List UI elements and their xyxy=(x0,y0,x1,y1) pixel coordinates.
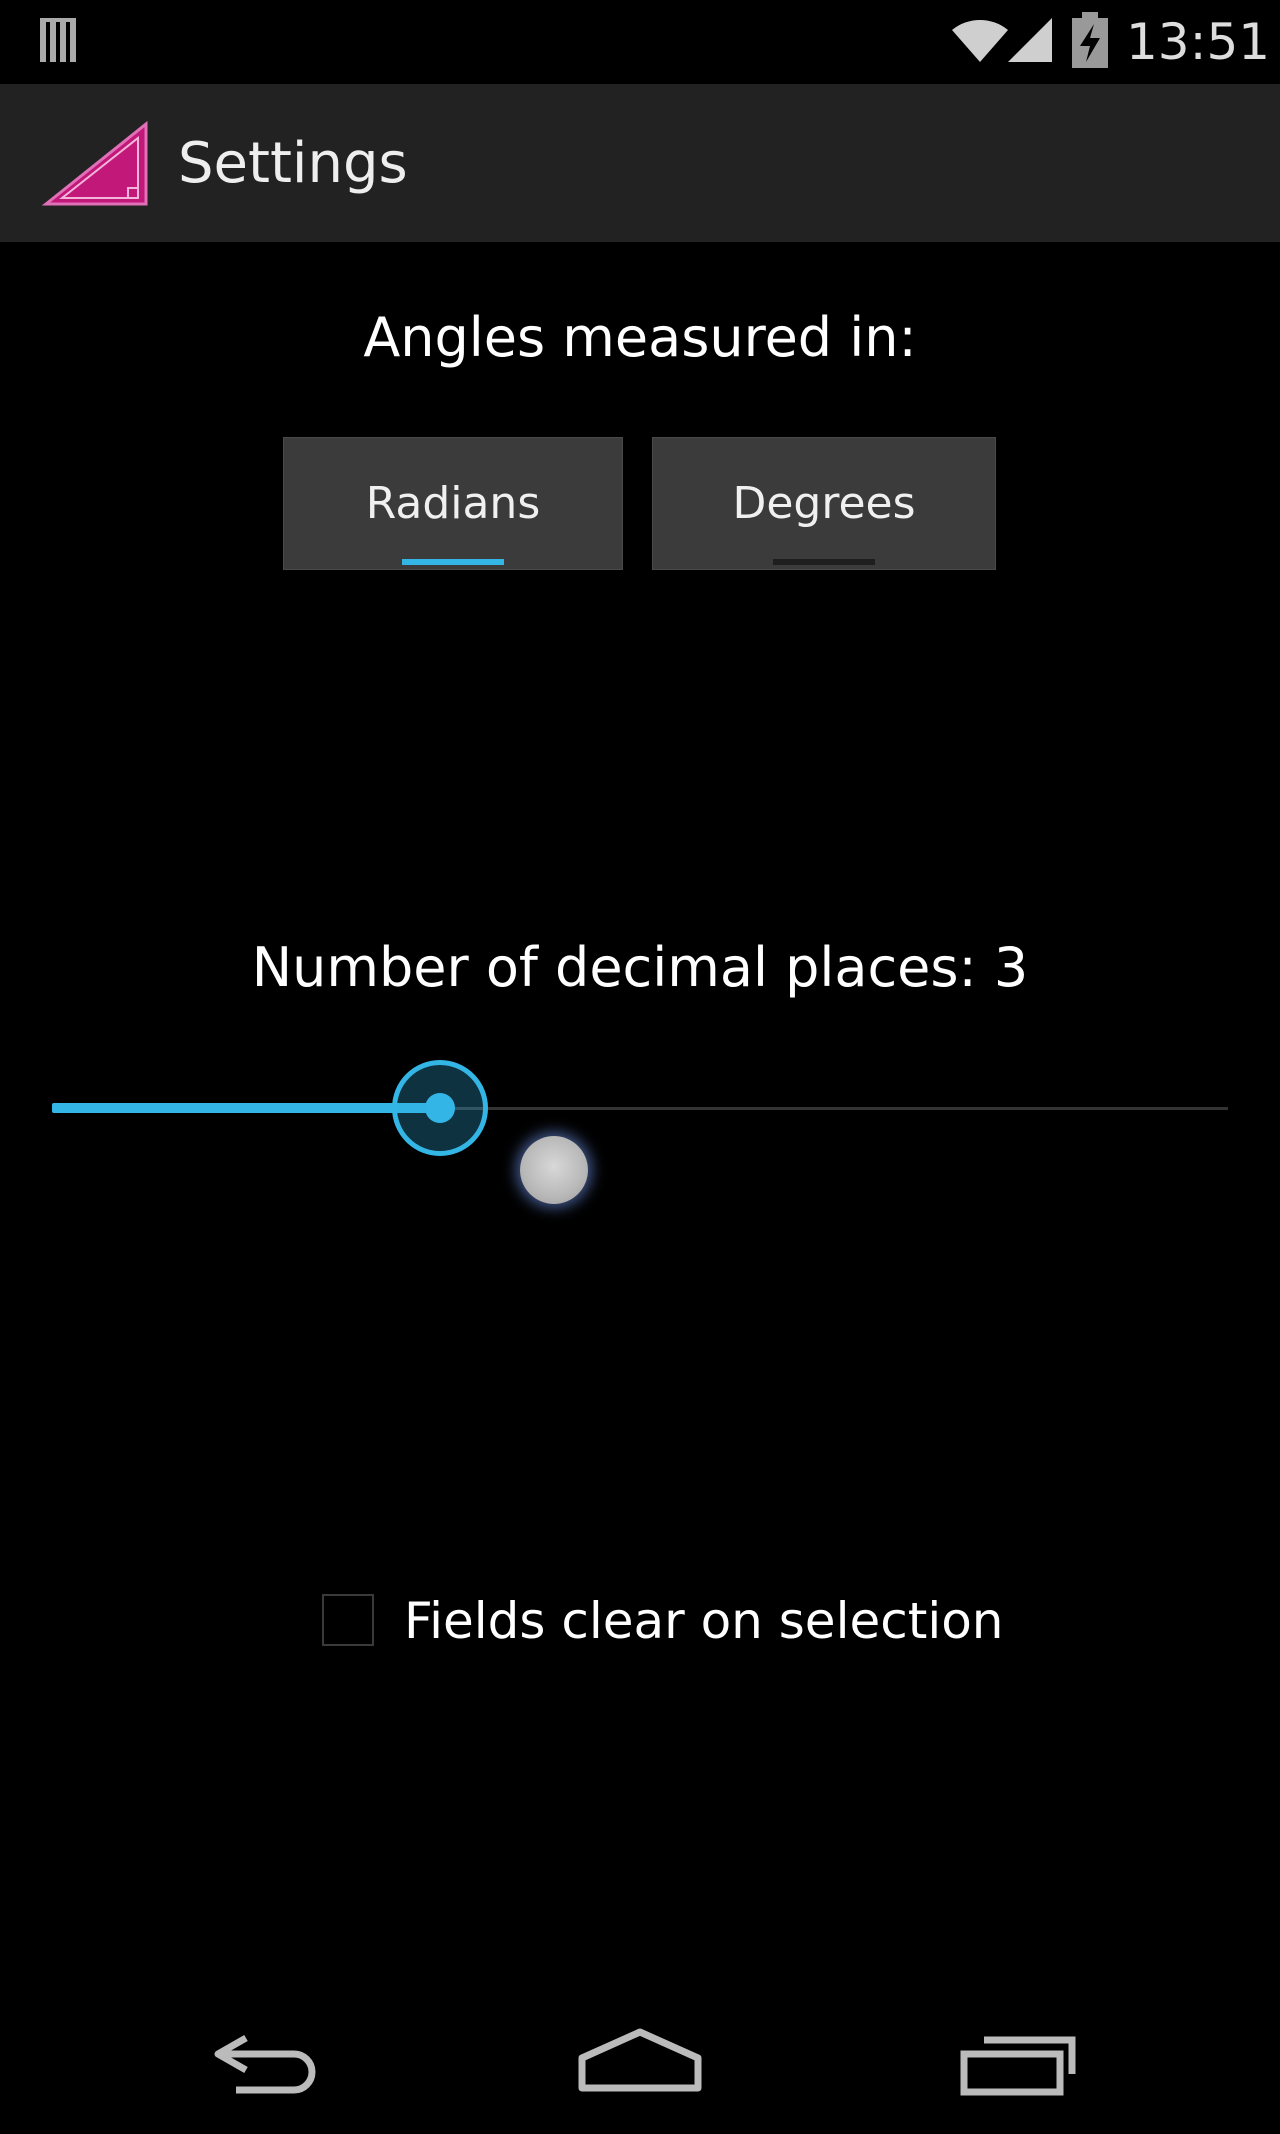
slider-fill xyxy=(52,1103,440,1113)
recents-icon[interactable] xyxy=(958,2018,1078,2106)
decimal-places-label: Number of decimal places: 3 xyxy=(251,936,1029,999)
decimal-places-slider[interactable] xyxy=(52,1048,1228,1168)
status-bar: 13:51 xyxy=(0,0,1280,84)
settings-screen: 13:51 Settings Angles measured in: Radia… xyxy=(0,0,1280,2134)
radians-selected-indicator xyxy=(402,559,504,565)
cell-signal-icon xyxy=(1008,18,1052,62)
back-icon[interactable] xyxy=(206,2018,326,2106)
fields-clear-label: Fields clear on selection xyxy=(404,1592,1004,1650)
degrees-unselected-indicator xyxy=(773,559,875,565)
angles-label: Angles measured in: xyxy=(363,306,917,369)
home-icon[interactable] xyxy=(576,2018,704,2106)
touch-indicator xyxy=(520,1136,588,1204)
slider-thumb[interactable] xyxy=(392,1060,488,1156)
radians-button[interactable]: Radians xyxy=(283,437,623,570)
radians-button-label: Radians xyxy=(365,478,541,529)
triangle-app-icon[interactable] xyxy=(42,120,150,206)
status-time: 13:51 xyxy=(1126,13,1271,71)
wifi-icon xyxy=(952,19,1008,62)
navigation-bar xyxy=(0,1990,1280,2134)
slider-thumb-dot xyxy=(425,1093,455,1123)
page-title: Settings xyxy=(178,131,408,196)
fields-clear-checkbox[interactable] xyxy=(322,1594,374,1646)
degrees-button-label: Degrees xyxy=(732,478,916,529)
battery-charging-icon xyxy=(1072,12,1108,68)
action-bar: Settings xyxy=(0,84,1280,242)
degrees-button[interactable]: Degrees xyxy=(652,437,996,570)
notification-bars-icon xyxy=(40,18,76,62)
